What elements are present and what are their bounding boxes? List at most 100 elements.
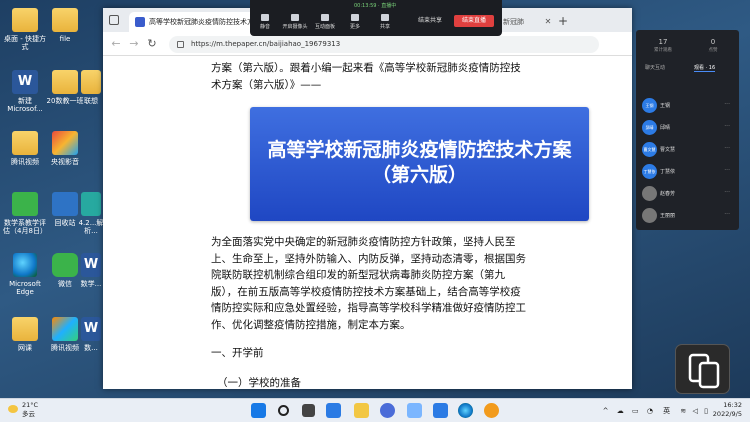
like-count-label: 点赞: [708, 48, 718, 53]
widgets-icon[interactable]: [326, 403, 341, 418]
meeting-timer: 00:13:59 · 直播中: [354, 3, 397, 9]
app-icon[interactable]: [380, 403, 395, 418]
word-icon: W: [12, 70, 38, 94]
tab-inactive[interactable]: 新冠肺: [501, 12, 541, 32]
battery-icon[interactable]: ▭: [632, 407, 639, 415]
app-icon[interactable]: [433, 403, 448, 418]
tab-actions-icon[interactable]: [109, 15, 119, 25]
intro-paragraph: 方案（第六版）。跟着小编一起来看《高等学校新冠肺炎疫情防控技术方案（第六版）》—…: [211, 62, 521, 91]
desktop-icon[interactable]: 联想: [78, 70, 104, 105]
member-item[interactable]: 邱晴 邱晴 ···: [639, 119, 736, 137]
refresh-icon[interactable]: ↻: [145, 37, 159, 51]
more-icon[interactable]: ···: [724, 186, 730, 200]
desktop-icon[interactable]: file: [42, 8, 88, 43]
lock-icon: [177, 41, 184, 48]
tencent-video-icon: [52, 317, 78, 341]
word-icon: W: [81, 317, 101, 341]
meeting-toolbar: 00:13:59 · 直播中 静音 开启摄像头 互动面板 更多 共享 结束共享 …: [250, 0, 502, 36]
member-item[interactable]: 赵春芳 ···: [639, 185, 736, 203]
recycle-bin-icon: [52, 192, 78, 216]
url-text: https://m.thepaper.cn/baijiahao_19679313: [191, 40, 341, 48]
app-icon[interactable]: [484, 403, 499, 418]
weather-widget[interactable]: 21°C 多云: [8, 401, 38, 419]
avatar: 邱晴: [642, 120, 657, 135]
like-count-value: 0: [710, 38, 716, 46]
app-icon: [81, 192, 101, 216]
word-icon: W: [81, 253, 101, 277]
member-item[interactable]: 曹文慧 曹文慧 ···: [639, 141, 736, 159]
url-field[interactable]: https://m.thepaper.cn/baijiahao_19679313: [169, 36, 599, 53]
back-icon[interactable]: ←: [109, 37, 123, 51]
desktop-icon[interactable]: 4.2...解析...: [78, 192, 104, 235]
desktop-icon-label: 数学系教学评估（4月8日）: [3, 219, 47, 235]
battery-status-icon[interactable]: ▯: [704, 407, 708, 415]
wifi-icon[interactable]: ≋: [680, 407, 686, 415]
tab-title: 新冠肺: [503, 18, 524, 26]
cloud-icon[interactable]: ☁: [617, 407, 624, 415]
clock-date: 2022/9/5: [712, 410, 742, 418]
more-icon: [351, 14, 359, 21]
copy-icon: [688, 353, 720, 389]
camera-button[interactable]: 开启摄像头: [282, 14, 308, 30]
tab-viewers[interactable]: 观看 · 16: [694, 64, 716, 72]
forward-icon[interactable]: →: [127, 37, 141, 51]
desktop-icon[interactable]: 央视影音: [42, 131, 88, 166]
desktop-icon-label: 回收站: [54, 219, 76, 227]
folder-icon: [52, 8, 78, 32]
tool-label: 共享: [379, 24, 390, 30]
start-icon[interactable]: [251, 403, 266, 418]
close-icon[interactable]: ✕: [541, 12, 555, 32]
network-icon[interactable]: ◔: [647, 407, 653, 415]
folder-icon: [52, 70, 78, 94]
mute-button[interactable]: 静音: [252, 14, 278, 30]
desktop-icon-label: 新建 Microsof...: [7, 97, 43, 113]
member-name: 邱晴: [660, 125, 671, 131]
edge-icon[interactable]: [458, 403, 473, 418]
floating-share-button[interactable]: [675, 344, 730, 394]
view-count-label: 累计观看: [654, 48, 672, 53]
desktop-icon[interactable]: W 数学...: [78, 253, 104, 288]
member-item[interactable]: 王钢 王钢 ···: [639, 97, 736, 115]
interaction-panel-button[interactable]: 互动面板: [312, 14, 338, 30]
more-button[interactable]: 更多: [342, 14, 368, 30]
banner-subtitle: （第六版）: [371, 164, 467, 186]
tab-chat[interactable]: 聊天互动: [645, 64, 665, 71]
clock[interactable]: 16:32 2022/9/5: [713, 401, 742, 419]
volume-icon[interactable]: ◁: [693, 407, 698, 415]
more-icon[interactable]: ···: [724, 120, 730, 134]
app-icon: [52, 131, 78, 155]
file-explorer-icon[interactable]: [354, 403, 369, 418]
wechat-icon: [52, 253, 78, 277]
member-item[interactable]: 丁慧依 丁慧依 ···: [639, 163, 736, 181]
app-icon[interactable]: [407, 403, 422, 418]
article-content: 方案（第六版）。跟着小编一起来看《高等学校新冠肺炎疫情防控技术方案（第六版）》—…: [103, 56, 632, 389]
avatar: 丁慧依: [642, 164, 657, 179]
weather-icon: [8, 405, 18, 413]
more-icon[interactable]: ···: [724, 142, 730, 156]
new-tab-button[interactable]: +: [555, 12, 571, 32]
member-item[interactable]: 王丽丽 ···: [639, 207, 736, 225]
title-banner: 高等学校新冠肺炎疫情防控技术方案 （第六版）: [250, 107, 589, 221]
more-icon[interactable]: ···: [724, 208, 730, 222]
avatar: 曹文慧: [642, 142, 657, 157]
banner-title: 高等学校新冠肺炎疫情防控技术方案: [267, 139, 572, 161]
share-tool-button[interactable]: 共享: [372, 14, 398, 30]
tool-label: 开启摄像头: [282, 24, 308, 30]
desktop-icon[interactable]: W 数...: [78, 317, 104, 352]
tab-active[interactable]: 高等学校新冠肺炎疫情防控技术方案（第六版）: [129, 12, 257, 32]
system-tray: ^ ☁ ▭ ◔ 英 ≋ ◁ ▯: [603, 406, 708, 416]
task-view-icon[interactable]: [302, 404, 315, 417]
edge-icon: [13, 253, 37, 277]
chevron-up-icon[interactable]: ^: [603, 407, 609, 415]
folder-icon: [81, 70, 101, 94]
more-icon[interactable]: ···: [724, 164, 730, 178]
panel-icon: [321, 14, 329, 21]
stop-share-button[interactable]: 结束共享: [413, 15, 447, 27]
member-name: 王钢: [660, 103, 671, 109]
search-icon[interactable]: [278, 405, 289, 416]
end-live-button[interactable]: 结束直播: [454, 15, 494, 27]
more-icon[interactable]: ···: [724, 98, 730, 112]
ime-indicator[interactable]: 英: [663, 407, 670, 415]
desktop-icon-label: 微信: [58, 280, 72, 288]
favicon-icon: [135, 17, 145, 27]
